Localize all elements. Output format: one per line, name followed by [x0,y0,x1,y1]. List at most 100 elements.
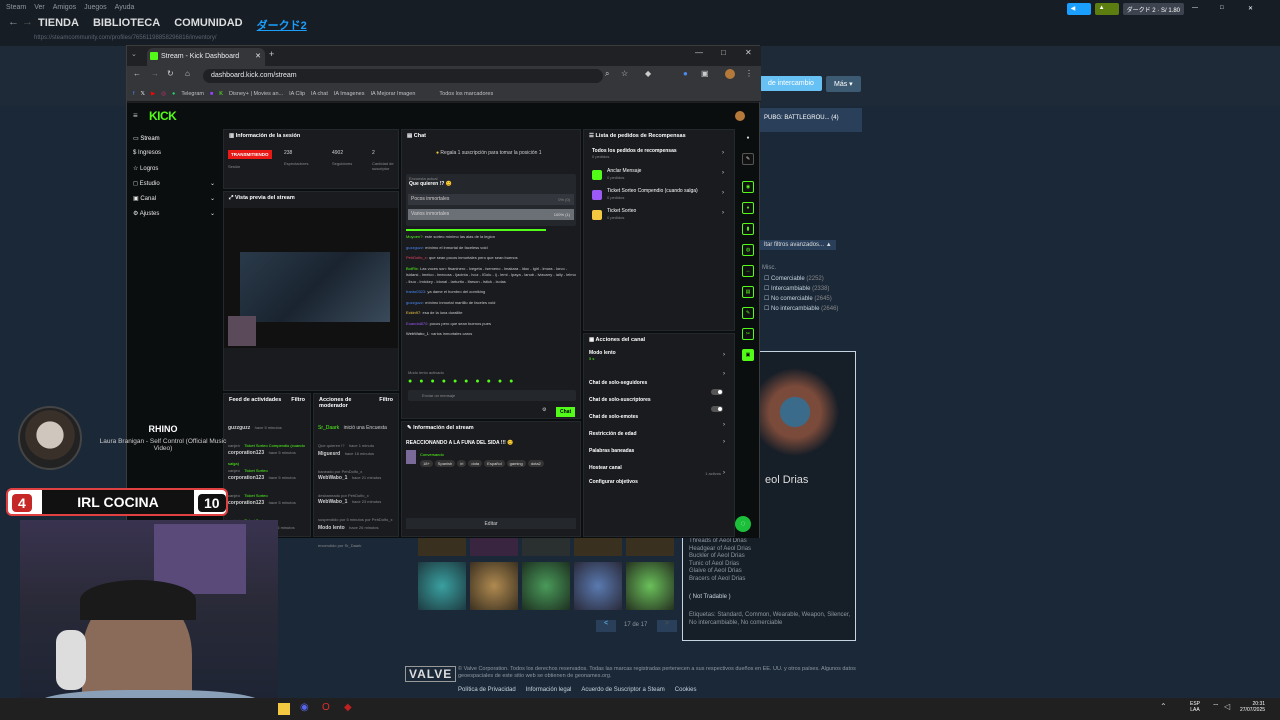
network-icon[interactable]: ⌔ [1212,702,1220,712]
minimize-icon[interactable]: — [695,48,703,57]
emote-icon[interactable]: ● [442,378,446,385]
send-chat-button[interactable]: Chat [556,407,576,417]
clock[interactable]: 20:31 27/07/2025 [1240,701,1265,713]
channel-action-goals[interactable]: Configurar objetivos 1 activos › [589,470,733,485]
instagram-icon[interactable]: ◎ [161,91,166,97]
inventory-item[interactable] [470,562,518,610]
gift-banner[interactable]: ● Regala 1 suscripción para tomar la pos… [436,150,542,156]
feed-filter-button[interactable]: Filtro [291,397,305,403]
volume-icon[interactable]: ◁ [1224,702,1230,711]
file-explorer-icon[interactable] [278,703,290,715]
edit-button[interactable]: Editar [406,518,576,529]
reward-item[interactable]: Ticket Sorteo Compendio (cuando salga) 0… [592,188,732,204]
whatsapp-icon[interactable]: ● [172,91,175,97]
footer-link[interactable]: Cookies [675,687,697,693]
twitch-icon[interactable]: ■ [210,91,213,97]
tool-icon[interactable]: ▣ [742,349,754,361]
settings-icon[interactable]: ⚙ [542,407,546,413]
mod-filter-button[interactable]: Filtro [379,397,393,409]
inventory-item[interactable] [574,562,622,610]
sidebar-item-logros[interactable]: ☆ Logros [133,165,158,172]
channel-action-age[interactable]: Restricción de edad › [589,422,733,437]
extension-icon[interactable]: ● [683,69,688,78]
inventory-item[interactable] [522,562,570,610]
back-icon[interactable]: ← [133,69,141,78]
emote-icon[interactable]: ● [408,378,412,385]
hamburger-icon[interactable]: ≡ [133,111,138,120]
close-window-icon[interactable]: ✕ [745,48,752,57]
inventory-item[interactable] [626,562,674,610]
reward-item[interactable]: Ticket Sorteo 0 pedidos › [592,208,732,224]
pencil-icon[interactable]: ✎ [742,153,754,165]
emote-icon[interactable]: ● [498,378,502,385]
info-icon[interactable]: ● [742,133,754,145]
emotes-toggle[interactable] [711,406,723,412]
notification-icon[interactable]: ▲ [1094,3,1119,15]
bookmark-ia-mejorar[interactable]: IA Mejorar Imagen [370,91,415,97]
menu-amigos[interactable]: Amigos [53,4,76,11]
sidebar-item-ingresos[interactable]: $ Ingresos [133,150,161,156]
tray-arrow-icon[interactable]: ⌃ [1160,702,1167,711]
menu-dots-icon[interactable]: ⋮ [745,69,753,78]
menu-ayuda[interactable]: Ayuda [115,4,135,11]
minimize-icon[interactable]: — [1188,3,1212,15]
tool-icon[interactable]: ♦ [742,202,754,214]
bookmark-telegram[interactable]: Telegram [181,91,204,97]
bookmark-all[interactable]: Todos los marcadores [439,91,493,97]
url-field[interactable]: dashboard.kick.com/stream [203,69,603,83]
app-icon[interactable]: ◆ [344,702,352,713]
stream-preview[interactable] [224,208,398,348]
facebook-icon[interactable]: f [133,91,135,97]
extension-icon[interactable]: ◆ [645,69,651,78]
star-icon[interactable]: ☆ [621,69,628,78]
x-icon[interactable]: 𝕏 [141,91,145,97]
new-tab-icon[interactable]: + [269,49,274,59]
emote-icon[interactable]: ● [487,378,491,385]
tool-icon[interactable]: ✎ [742,307,754,319]
forward-arrow-icon[interactable]: → [22,16,33,28]
more-button[interactable]: Más ▾ [826,76,861,92]
channel-action-host[interactable]: Hostear canal [589,456,733,471]
filter-intercambiable[interactable]: ☐ Intercambiable (2338) [764,284,838,294]
announcement-icon[interactable]: ◀ [1066,3,1091,15]
reload-icon[interactable]: ↻ [167,69,174,78]
prev-page-button[interactable]: < [596,620,616,632]
reward-item[interactable]: Anclar Mensaje 0 pedidos › [592,168,732,184]
emote-icon[interactable]: ● [453,378,457,385]
browser-tab[interactable]: Stream - Kick Dashboard ✕ [147,48,265,66]
nav-profile[interactable]: ダークド2 [257,17,307,33]
poll-option[interactable]: Pocos inmortales 0% (0) [408,194,574,205]
user-menu[interactable]: ダークド 2 · S/ 1.80 [1122,3,1184,15]
help-chat-icon[interactable]: ◌ [735,516,751,532]
emote-icon[interactable]: ● [464,378,468,385]
bookmark-ia-imagenes[interactable]: IA Imagenes [334,91,365,97]
tool-icon[interactable]: ▮ [742,223,754,235]
emote-icon[interactable]: ● [475,378,479,385]
tool-icon[interactable]: ◍ [742,244,754,256]
sidebar-item-stream[interactable]: ▭ Stream [133,135,160,142]
avatar[interactable] [735,111,745,121]
discord-icon[interactable]: ◉ [300,702,309,713]
nav-comunidad[interactable]: COMUNIDAD [174,17,242,33]
footer-link[interactable]: Política de Privacidad [458,687,516,693]
tool-icon[interactable]: ✂ [742,328,754,340]
channel-action-subscribers[interactable]: Chat de solo-suscriptores [589,388,733,403]
tool-icon[interactable]: ↔ [742,265,754,277]
footer-link[interactable]: Información legal [526,687,572,693]
poll-option[interactable]: Varios inmortales 100% (1) [408,209,574,220]
menu-ver[interactable]: Ver [34,4,45,11]
filter-comerciable[interactable]: ☐ Comerciable (2252) [764,274,838,284]
search-icon[interactable]: ⌕ [605,69,609,79]
language-indicator[interactable]: ESP LAA [1190,701,1200,713]
nav-biblioteca[interactable]: BIBLIOTECA [93,17,160,33]
game-tab[interactable]: PUBG: BATTLEGROU... (4) [760,108,862,132]
chat-input[interactable]: Enviar un mensaje [408,390,576,401]
maximize-icon[interactable]: □ [1216,3,1240,15]
bookmark-disney[interactable]: Disney+ | Movies an... [229,91,283,97]
channel-action-slow-mode[interactable]: Modo lento 5 s › [589,350,733,366]
maximize-icon[interactable]: □ [721,48,726,57]
profile-avatar[interactable] [725,69,735,79]
channel-action-banned-words[interactable]: Palabras baneadas › [589,439,733,454]
tool-icon[interactable]: ◉ [742,181,754,193]
menu-steam[interactable]: Steam [6,4,26,11]
